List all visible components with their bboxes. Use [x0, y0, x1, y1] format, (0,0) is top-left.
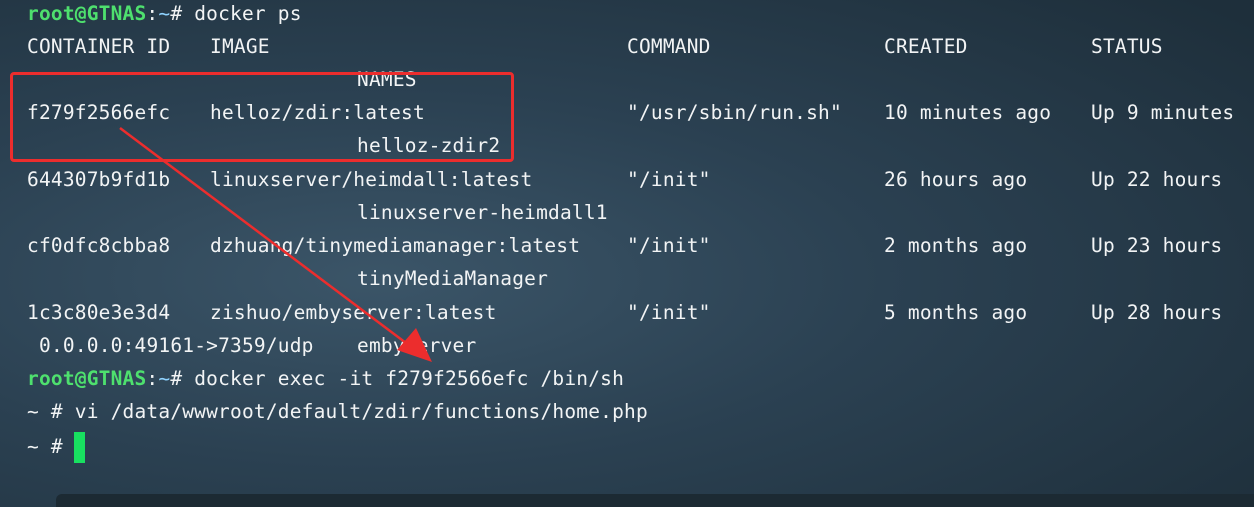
bottom-panel-edge: [56, 494, 1254, 507]
arrow-line: [119, 127, 419, 353]
annotation-arrow: [119, 127, 432, 362]
arrow-head-icon: [397, 328, 432, 362]
